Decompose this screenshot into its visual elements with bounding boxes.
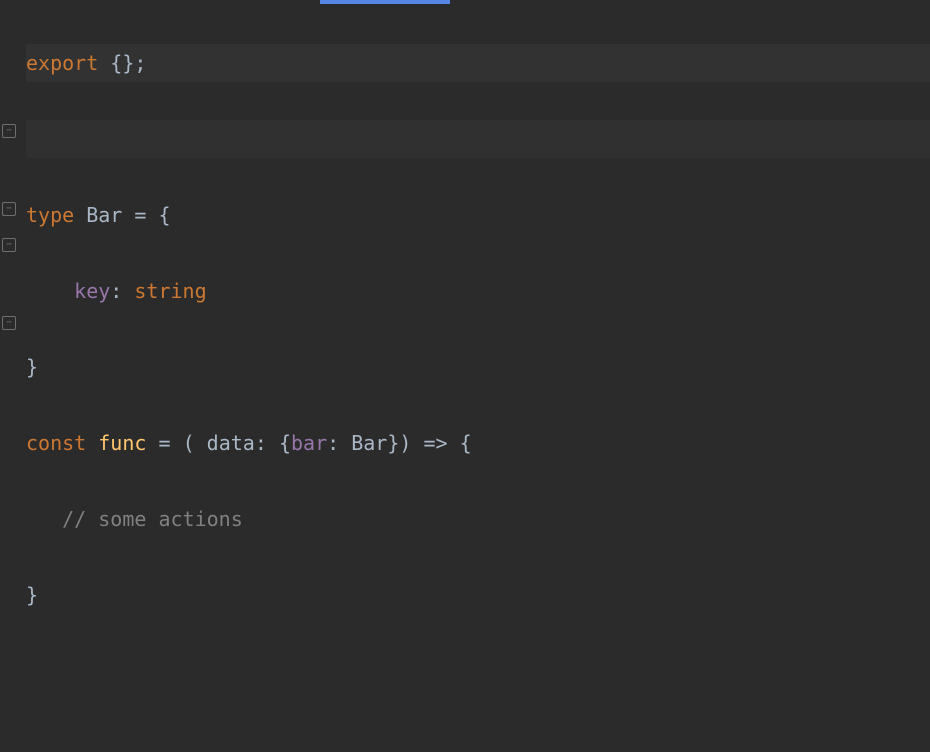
rbrace: }	[387, 431, 399, 455]
type-name: Bar	[351, 431, 387, 455]
braces: {}	[110, 51, 134, 75]
code-line[interactable]: type Bar = {	[26, 196, 930, 234]
rbrace: }	[26, 583, 38, 607]
rbrace: }	[26, 355, 38, 379]
function-name: func	[98, 431, 146, 455]
fold-toggle[interactable]: −	[2, 238, 16, 252]
fold-toggle[interactable]: −	[2, 316, 16, 330]
code-line[interactable]: const func = ( data: {bar: Bar}) => {	[26, 424, 930, 462]
gutter[interactable]: − − − −	[0, 6, 20, 752]
semicolon: ;	[134, 51, 146, 75]
prop-key: key	[74, 279, 110, 303]
code-line[interactable]: key: string	[26, 272, 930, 310]
colon: :	[110, 279, 122, 303]
lbrace: {	[158, 203, 170, 227]
lbrace: {	[279, 431, 291, 455]
active-tab-indicator	[320, 0, 450, 4]
fold-toggle[interactable]: −	[2, 124, 16, 138]
code-line[interactable]	[26, 652, 930, 690]
code-line[interactable]	[26, 728, 930, 752]
prop-bar: bar	[291, 431, 327, 455]
code-editor[interactable]: − − − − export {}; type Bar = { key: str…	[0, 0, 930, 752]
rparen: )	[399, 431, 411, 455]
keyword-export: export	[26, 51, 98, 75]
lparen: (	[183, 431, 195, 455]
code-area[interactable]: export {}; type Bar = { key: string } co…	[20, 6, 930, 752]
code-line[interactable]	[26, 120, 930, 158]
lbrace: {	[460, 431, 472, 455]
type-string: string	[134, 279, 206, 303]
keyword-const: const	[26, 431, 86, 455]
code-line[interactable]: }	[26, 576, 930, 614]
comment: // some actions	[62, 507, 243, 531]
fold-toggle[interactable]: −	[2, 202, 16, 216]
op-equals: =	[158, 431, 170, 455]
type-name: Bar	[86, 203, 122, 227]
code-line[interactable]: }	[26, 348, 930, 386]
code-line[interactable]: export {};	[26, 44, 930, 82]
code-line[interactable]: // some actions	[26, 500, 930, 538]
param-data: data	[207, 431, 255, 455]
colon: :	[255, 431, 267, 455]
keyword-type: type	[26, 203, 74, 227]
colon: :	[327, 431, 339, 455]
arrow: =>	[423, 431, 447, 455]
op-equals: =	[134, 203, 146, 227]
